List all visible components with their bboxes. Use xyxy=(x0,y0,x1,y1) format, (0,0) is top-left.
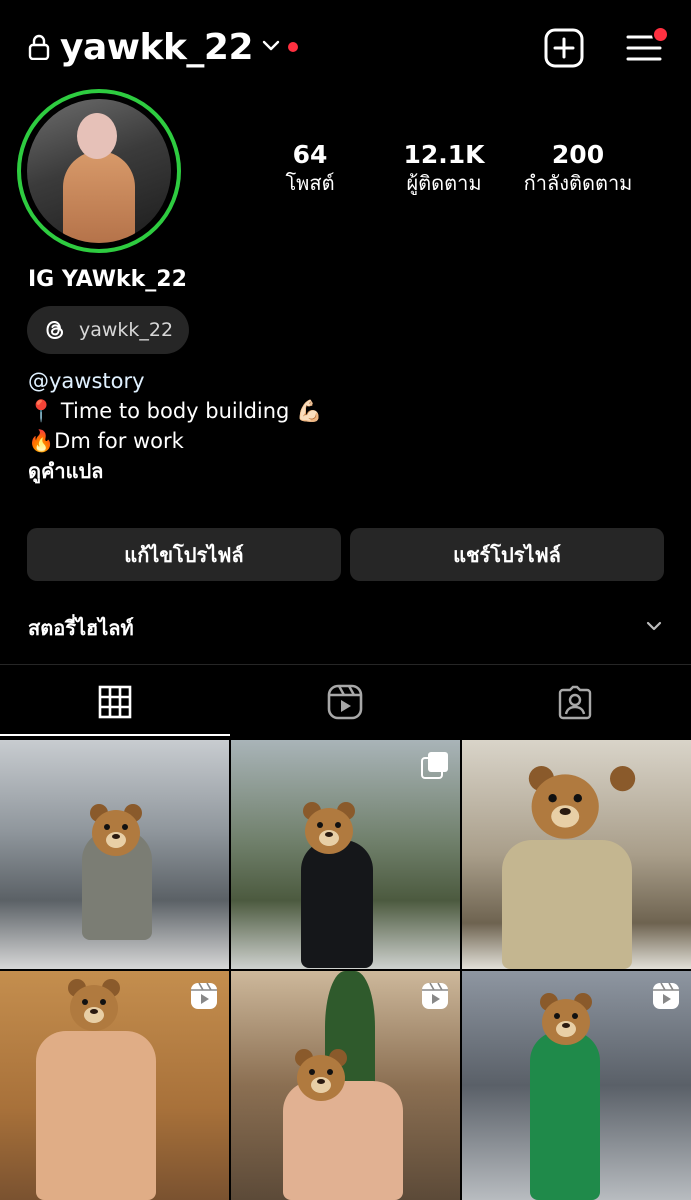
chevron-down-icon[interactable] xyxy=(262,38,280,54)
followers-label: ผู้ติดตาม xyxy=(406,171,482,195)
divider xyxy=(0,664,691,665)
grid-post[interactable] xyxy=(0,971,229,1200)
bear-emoji-overlay xyxy=(538,993,594,1049)
posts-label: โพสต์ xyxy=(285,171,335,195)
posts-count[interactable]: 64 โพสต์ xyxy=(250,140,370,196)
reels-icon xyxy=(327,684,363,720)
tab-posts[interactable] xyxy=(0,667,230,737)
threads-badge[interactable]: yawkk_22 xyxy=(27,306,189,354)
bear-emoji-overlay xyxy=(66,979,122,1035)
tab-tagged[interactable] xyxy=(460,667,690,737)
lock-icon xyxy=(28,34,50,60)
menu-notification-dot xyxy=(652,26,669,43)
display-name: IG YAWkk_22 xyxy=(28,267,187,292)
reels-icon xyxy=(422,982,448,1009)
threads-handle: yawkk_22 xyxy=(79,319,174,341)
chevron-down-icon[interactable] xyxy=(645,620,663,634)
avatar[interactable] xyxy=(27,99,171,243)
reels-icon xyxy=(653,982,679,1009)
account-notification-dot xyxy=(288,42,298,52)
active-tab-indicator xyxy=(0,734,230,736)
tab-reels[interactable] xyxy=(230,667,460,737)
grid-post[interactable] xyxy=(231,740,460,969)
bear-emoji-overlay xyxy=(88,804,144,860)
bear-emoji-overlay xyxy=(293,1049,349,1105)
tagged-icon xyxy=(558,685,592,720)
bio-link[interactable]: @yawstory xyxy=(28,366,145,396)
edit-profile-button[interactable]: แก้ไขโปรไฟล์ xyxy=(27,528,341,581)
share-profile-button[interactable]: แชร์โปรไฟล์ xyxy=(350,528,664,581)
reels-icon xyxy=(191,982,217,1009)
followers-value: 12.1K xyxy=(403,140,485,169)
following-label: กำลังติดตาม xyxy=(523,171,633,195)
grid-post[interactable] xyxy=(231,971,460,1200)
create-post-icon[interactable] xyxy=(544,28,584,68)
bear-emoji-overlay xyxy=(301,802,357,858)
posts-value: 64 xyxy=(292,140,328,169)
grid-icon xyxy=(98,685,132,719)
grid-post[interactable] xyxy=(0,740,229,969)
profile-username[interactable]: yawkk_22 xyxy=(60,26,254,70)
followers-count[interactable]: 12.1K ผู้ติดตาม xyxy=(380,140,508,196)
grid-post[interactable] xyxy=(462,740,691,969)
following-count[interactable]: 200 กำลังติดตาม xyxy=(510,140,646,196)
bear-emoji-overlay xyxy=(526,766,638,878)
threads-icon xyxy=(46,320,64,340)
following-value: 200 xyxy=(551,140,605,169)
grid-post[interactable] xyxy=(462,971,691,1200)
see-translation-link[interactable]: ดูคำแปล xyxy=(28,456,103,486)
bio-line: 🔥Dm for work xyxy=(28,429,184,453)
story-highlights-title[interactable]: สตอรี่ไฮไลท์ xyxy=(28,614,134,642)
carousel-icon xyxy=(421,752,448,779)
bio-line: 📍 Time to body building 💪🏻 xyxy=(28,399,323,423)
